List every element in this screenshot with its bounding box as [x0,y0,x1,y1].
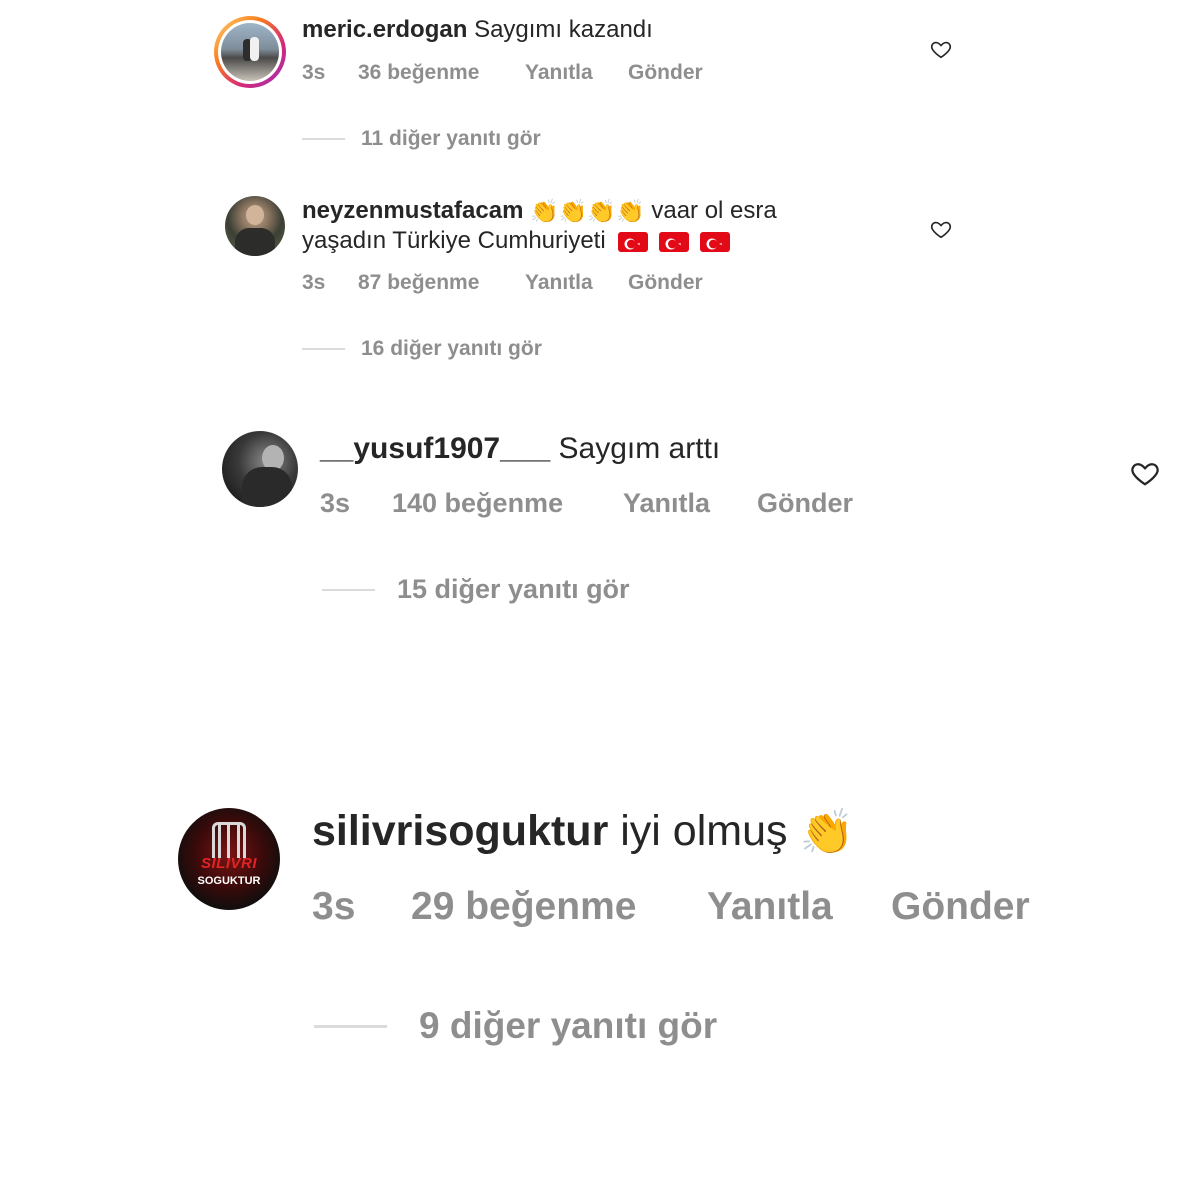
view-replies-label: 16 diğer yanıtı gör [361,337,542,360]
reply-button[interactable]: Yanıtla [707,885,891,929]
reply-button[interactable]: Yanıtla [623,488,757,519]
comment-meta: 3s 87 beğenme Yanıtla Gönder [302,271,703,295]
clap-emoji-3: 👏 [587,198,617,225]
clap-emoji-2: 👏 [558,198,588,225]
avatar[interactable]: SILIVRI SOGUKTUR [178,808,280,910]
turkey-flag-icon [618,231,649,252]
send-button[interactable]: Gönder [628,61,703,85]
view-replies-button[interactable]: 9 diğer yanıtı gör [314,1005,717,1047]
clapping-hands-icon: 👏 [799,808,855,858]
comment-body-line1: vaar ol esra [651,197,777,224]
send-button[interactable]: Gönder [628,271,703,295]
like-count[interactable]: 140 beğenme [392,488,623,519]
turkey-flag-icon [699,231,730,252]
view-replies-label: 9 diğer yanıtı gör [419,1005,718,1046]
timestamp: 3s [302,271,326,294]
avatar-text-bottom: SOGUKTUR [197,875,261,887]
avatar[interactable] [214,16,286,88]
comment-text: meric.erdogan Saygımı kazandı [302,16,653,45]
comment-text: silivrisoguktur iyi olmuş 👏 [312,806,854,860]
comment-body: Saygım arttı [558,432,721,465]
comment-meta: 3s 29 beğenme Yanıtla Gönder [312,885,1030,929]
avatar[interactable] [225,196,285,256]
send-button[interactable]: Gönder [891,885,1030,929]
username[interactable]: meric.erdogan [302,16,467,43]
heart-icon[interactable] [930,38,952,65]
avatar[interactable] [222,431,298,507]
comment-text: __yusuf1907___ Saygım arttı [320,431,720,467]
like-count[interactable]: 29 beğenme [411,885,707,929]
username[interactable]: __yusuf1907___ [320,432,550,465]
like-count[interactable]: 87 beğenme [358,271,525,295]
comment-body: iyi olmuş [620,807,788,855]
username[interactable]: neyzenmustafacam [302,197,523,224]
comment-body: Saygımı kazandı [474,16,653,43]
timestamp: 3s [302,61,326,84]
replies-divider [322,588,375,591]
heart-icon[interactable] [1130,458,1160,493]
reply-button[interactable]: Yanıtla [525,271,628,295]
comment-meta: 3s 36 beğenme Yanıtla Gönder [302,61,703,85]
replies-divider [302,138,345,140]
like-count[interactable]: 36 beğenme [358,61,525,85]
comment-body-line2: yaşadın Türkiye Cumhuriyeti [302,227,606,255]
heart-icon[interactable] [930,218,952,245]
view-replies-button[interactable]: 15 diğer yanıtı gör [322,574,630,605]
turkey-flag-icon [659,231,690,252]
send-button[interactable]: Gönder [757,488,853,519]
view-replies-button[interactable]: 11 diğer yanıtı gör [302,127,541,151]
timestamp: 3s [320,488,351,518]
replies-divider [314,1024,387,1028]
avatar-text-top: SILIVRI [200,855,257,872]
replies-divider [302,348,345,350]
comment-text: neyzenmustafacam 👏👏👏👏 vaar ol esra yaşad… [302,196,777,255]
timestamp: 3s [312,885,356,928]
reply-button[interactable]: Yanıtla [525,61,628,85]
clap-emoji-1: 👏 [530,198,559,225]
jail-bars-icon [212,822,246,858]
clap-emoji-4: 👏 [616,198,645,225]
username[interactable]: silivrisoguktur [312,807,608,855]
view-replies-button[interactable]: 16 diğer yanıtı gör [302,337,542,361]
view-replies-label: 15 diğer yanıtı gör [397,574,630,604]
comment-meta: 3s 140 beğenme Yanıtla Gönder [320,488,853,519]
view-replies-label: 11 diğer yanıtı gör [361,127,541,150]
